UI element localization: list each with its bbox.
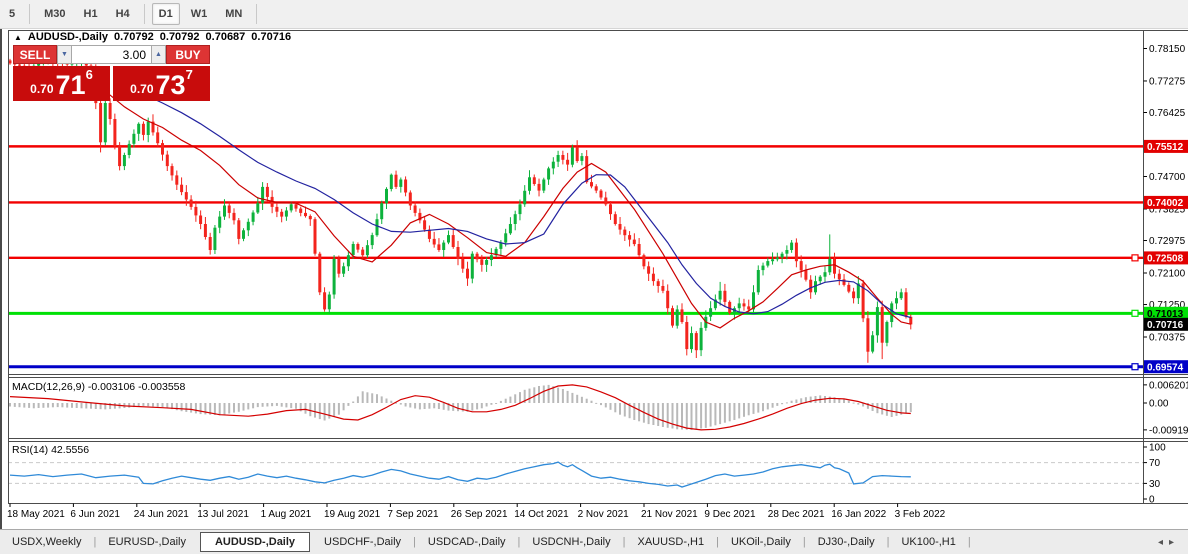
price-tag-0.69574: 0.69574: [1144, 360, 1188, 373]
svg-text:2 Nov 2021: 2 Nov 2021: [578, 509, 630, 520]
timeframe-button-D1[interactable]: D1: [152, 3, 180, 25]
one-click-trade-panel: SELL ▼ 3.00 ▲ BUY 0.70 71 6 0.70 73 7: [13, 45, 210, 101]
svg-text:0.00: 0.00: [1149, 399, 1169, 410]
symbol-period-label: AUDUSD-,Daily: [28, 31, 108, 43]
svg-text:0.74700: 0.74700: [1149, 172, 1186, 183]
timeframe-button-H4[interactable]: H4: [109, 3, 137, 25]
svg-text:100: 100: [1149, 443, 1166, 454]
sell-button[interactable]: SELL: [13, 45, 57, 64]
svg-text:26 Sep 2021: 26 Sep 2021: [451, 509, 508, 520]
arrow-down-icon: ▼: [61, 51, 68, 58]
chart-tab-AUDUSD-Daily[interactable]: AUDUSD-,Daily: [200, 532, 310, 552]
svg-text:0.70716: 0.70716: [1147, 320, 1184, 331]
buy-price-prefix: 0.70: [130, 82, 153, 96]
price-tag-0.72508: 0.72508: [1144, 251, 1188, 264]
buy-price-pip: 7: [186, 67, 193, 82]
rsi-label: RSI(14) 42.5556: [12, 444, 89, 456]
svg-text:0.77275: 0.77275: [1149, 77, 1186, 88]
svg-text:16 Jan 2022: 16 Jan 2022: [831, 509, 886, 520]
svg-text:30: 30: [1149, 479, 1161, 490]
tab-scroll-right-icon[interactable]: ▸: [1169, 537, 1180, 548]
toolbar-separator: [144, 4, 145, 24]
buy-price-main: 73: [156, 72, 186, 99]
chart-tab-EURUSD-Daily[interactable]: EURUSD-,Daily: [96, 533, 198, 551]
svg-text:-0.0091916: -0.0091916: [1149, 425, 1188, 436]
volume-input[interactable]: 3.00: [72, 45, 151, 64]
svg-text:7 Sep 2021: 7 Sep 2021: [387, 509, 439, 520]
hline-handle-0.71013[interactable]: [1132, 310, 1138, 316]
chart-tab-UK100-H1[interactable]: UK100-,H1: [889, 533, 967, 551]
chart-tab-USDCNH-Daily[interactable]: USDCNH-,Daily: [520, 533, 622, 551]
timeframe-button-W1[interactable]: W1: [184, 3, 215, 25]
sell-price-prefix: 0.70: [30, 82, 53, 96]
svg-text:0.72508: 0.72508: [1147, 254, 1184, 265]
svg-text:0.70375: 0.70375: [1149, 333, 1186, 344]
price-tag-0.74002: 0.74002: [1144, 196, 1188, 209]
chart-tab-UKOil-Daily[interactable]: UKOil-,Daily: [719, 533, 803, 551]
svg-text:0.0062013: 0.0062013: [1149, 380, 1188, 391]
tab-separator: |: [968, 536, 971, 548]
svg-text:0.72975: 0.72975: [1149, 236, 1186, 247]
collapse-triangle-icon[interactable]: ▲: [14, 33, 22, 42]
svg-text:70: 70: [1149, 458, 1161, 469]
timeframe-button-MN[interactable]: MN: [218, 3, 249, 25]
chart-background: [0, 28, 1188, 528]
sell-price-display[interactable]: 0.70 71 6: [13, 66, 110, 101]
svg-text:0.76425: 0.76425: [1149, 108, 1186, 119]
tab-scroll-left-icon[interactable]: ◂: [1158, 537, 1169, 548]
chart-tab-USDCAD-Daily[interactable]: USDCAD-,Daily: [416, 533, 518, 551]
svg-text:14 Oct 2021: 14 Oct 2021: [514, 509, 569, 520]
svg-text:18 May 2021: 18 May 2021: [7, 509, 65, 520]
chart-tab-XAUUSD-H1[interactable]: XAUUSD-,H1: [625, 533, 716, 551]
timeframe-toolbar: 5 M30H1H4 D1W1MN: [0, 0, 1188, 29]
current-price-tag: 0.70716: [1144, 318, 1188, 331]
svg-text:0.78150: 0.78150: [1149, 44, 1186, 55]
buy-button[interactable]: BUY: [166, 45, 210, 64]
timeframe-button-H1[interactable]: H1: [77, 3, 105, 25]
toolbar-separator: [256, 4, 257, 24]
svg-text:28 Dec 2021: 28 Dec 2021: [768, 509, 825, 520]
chart-tab-DJ30-Daily[interactable]: DJ30-,Daily: [806, 533, 887, 551]
bottom-tab-bar: USDX,Weekly|EURUSD-,DailyAUDUSD-,DailyUS…: [0, 529, 1188, 554]
macd-label: MACD(12,26,9) -0.003106 -0.003558: [12, 381, 186, 393]
svg-text:0.72100: 0.72100: [1149, 269, 1186, 280]
sell-price-main: 71: [56, 72, 86, 99]
ohlc-close: 0.70716: [251, 31, 291, 43]
hline-handle-0.69574[interactable]: [1132, 364, 1138, 370]
buy-price-display[interactable]: 0.70 73 7: [113, 66, 210, 101]
chart-tab-USDCHF-Daily[interactable]: USDCHF-,Daily: [312, 533, 413, 551]
ohlc-high: 0.70792: [160, 31, 200, 43]
volume-increase-button[interactable]: ▲: [151, 45, 166, 64]
timeframe-button-5[interactable]: 5: [2, 3, 22, 25]
svg-text:0.75512: 0.75512: [1147, 142, 1184, 153]
chart-title: ▲ AUDUSD-,Daily 0.70792 0.70792 0.70687 …: [14, 31, 291, 43]
svg-text:24 Jun 2021: 24 Jun 2021: [134, 509, 189, 520]
ohlc-low: 0.70687: [206, 31, 246, 43]
svg-text:0: 0: [1149, 495, 1155, 506]
svg-text:13 Jul 2021: 13 Jul 2021: [197, 509, 249, 520]
arrow-up-icon: ▲: [155, 51, 162, 58]
timeframe-button-M30[interactable]: M30: [37, 3, 72, 25]
sell-price-pip: 6: [86, 67, 93, 82]
toolbar-separator: [29, 4, 30, 24]
price-tag-0.75512: 0.75512: [1144, 140, 1188, 153]
svg-text:0.74002: 0.74002: [1147, 198, 1184, 209]
svg-text:6 Jun 2021: 6 Jun 2021: [70, 509, 120, 520]
svg-text:0.69574: 0.69574: [1147, 363, 1184, 374]
ohlc-open: 0.70792: [114, 31, 154, 43]
volume-decrease-button[interactable]: ▼: [57, 45, 72, 64]
svg-text:21 Nov 2021: 21 Nov 2021: [641, 509, 698, 520]
svg-text:3 Feb 2022: 3 Feb 2022: [895, 509, 946, 520]
window-left-edge: [0, 0, 2, 553]
hline-handle-0.72508[interactable]: [1132, 255, 1138, 261]
svg-text:1 Aug 2021: 1 Aug 2021: [261, 509, 312, 520]
svg-text:9 Dec 2021: 9 Dec 2021: [704, 509, 756, 520]
chart-tab-USDX-Weekly[interactable]: USDX,Weekly: [0, 533, 93, 551]
svg-text:19 Aug 2021: 19 Aug 2021: [324, 509, 381, 520]
